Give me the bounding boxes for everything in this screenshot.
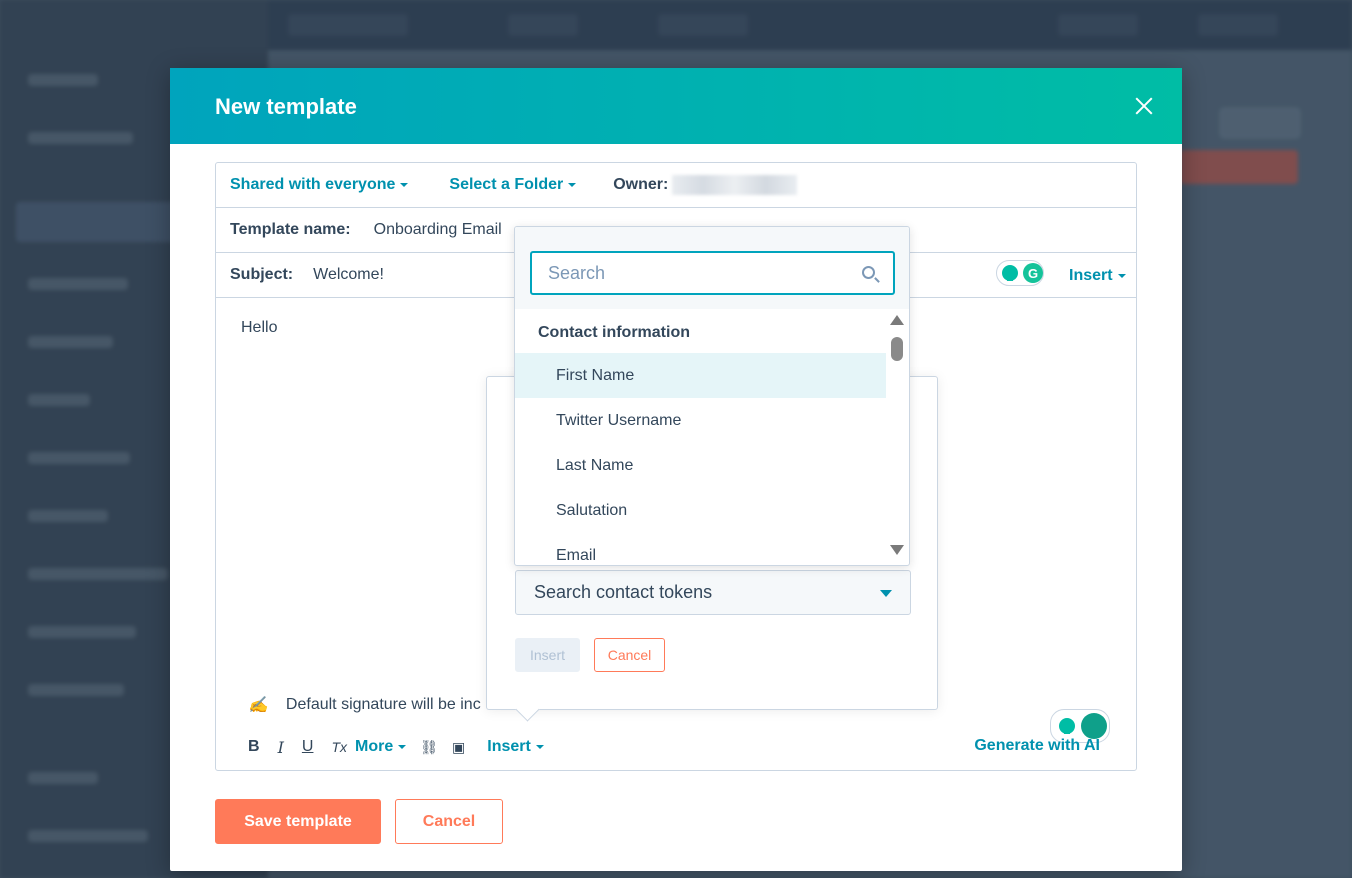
popover-insert-button[interactable]: Insert	[515, 638, 580, 672]
dropdown-option[interactable]: First Name	[515, 353, 886, 398]
modal-header: New template	[170, 68, 1182, 144]
contact-token-select-value: Search contact tokens	[534, 582, 713, 602]
grammarly-icon: G	[1023, 263, 1043, 283]
link-icon[interactable]: ⛓	[420, 739, 438, 756]
subject-label: Subject:	[230, 266, 294, 283]
dropdown-search-input[interactable]	[548, 262, 848, 284]
subject-insert-dropdown[interactable]: Insert	[1069, 267, 1126, 285]
contact-token-dropdown: Contact information First Name Twitter U…	[514, 226, 910, 566]
caret-down-icon	[535, 745, 544, 749]
dropdown-option[interactable]: Salutation	[515, 488, 886, 533]
lightbulb-icon	[1002, 265, 1018, 281]
contact-token-select[interactable]: Search contact tokens	[515, 570, 911, 615]
subject-insert-label: Insert	[1069, 267, 1113, 284]
dropdown-option[interactable]: Twitter Username	[515, 398, 886, 443]
dropdown-option[interactable]: Email	[515, 533, 886, 565]
owner-label: Owner:	[613, 176, 669, 193]
sharing-label: Shared with everyone	[230, 176, 396, 193]
save-template-button[interactable]: Save template	[215, 799, 381, 844]
dropdown-option[interactable]: Last Name	[515, 443, 886, 488]
dropdown-options: First Name Twitter Username Last Name Sa…	[515, 353, 886, 565]
caret-down-icon	[400, 183, 409, 187]
folder-dropdown[interactable]: Select a Folder	[449, 176, 577, 194]
subject-input[interactable]: Welcome!	[313, 266, 384, 284]
body-insert-dropdown[interactable]: Insert	[487, 738, 544, 756]
chevron-down-icon	[880, 590, 892, 597]
template-name-label: Template name:	[230, 221, 351, 238]
underline-button[interactable]: U	[302, 738, 314, 756]
dropdown-search-area	[515, 227, 909, 309]
email-body[interactable]: Hello	[241, 319, 277, 337]
subject-ai-chip[interactable]: G	[996, 260, 1044, 286]
italic-button[interactable]: I	[278, 738, 284, 757]
more-dropdown[interactable]: More	[355, 738, 407, 756]
lightbulb-icon	[1059, 718, 1075, 734]
caret-down-icon	[398, 745, 407, 749]
modal-footer: Save template Cancel	[215, 799, 503, 844]
close-icon[interactable]	[1132, 94, 1156, 118]
body-insert-label: Insert	[487, 738, 531, 755]
bold-button[interactable]: B	[248, 738, 260, 756]
scrollbar-thumb[interactable]	[891, 337, 903, 361]
owner-value-redacted	[672, 175, 798, 195]
signature-icon: ✍	[248, 697, 268, 714]
sharing-dropdown[interactable]: Shared with everyone	[230, 176, 409, 194]
popover-cancel-button[interactable]: Cancel	[594, 638, 665, 672]
signature-row: ✍ Default signature will be inc	[248, 695, 481, 715]
caret-down-icon	[568, 183, 577, 187]
cancel-button[interactable]: Cancel	[395, 799, 503, 844]
scroll-up-icon[interactable]	[890, 315, 904, 325]
dropdown-group-label: Contact information	[538, 324, 690, 341]
folder-label: Select a Folder	[449, 176, 564, 193]
image-icon[interactable]: ▣	[452, 739, 465, 756]
scroll-down-icon[interactable]	[890, 545, 904, 555]
signature-text: Default signature will be inc	[285, 696, 481, 713]
formatting-toolbar: B I U Tx More ⛓ ▣ Insert Generate with A…	[248, 735, 1100, 759]
caret-down-icon	[1117, 274, 1126, 278]
modal-title: New template	[215, 94, 357, 119]
template-name-input[interactable]: Onboarding Email	[374, 221, 502, 239]
template-settings-row: Shared with everyone Select a Folder Own…	[216, 163, 1136, 208]
dropdown-scrollbar[interactable]	[889, 315, 905, 555]
more-label: More	[355, 738, 394, 755]
search-icon[interactable]	[862, 266, 875, 279]
clear-format-button[interactable]: Tx	[331, 739, 347, 755]
popover-actions: Insert Cancel	[515, 638, 665, 672]
generate-with-ai-button[interactable]: Generate with AI	[974, 737, 1100, 755]
dropdown-search-box	[530, 251, 895, 295]
